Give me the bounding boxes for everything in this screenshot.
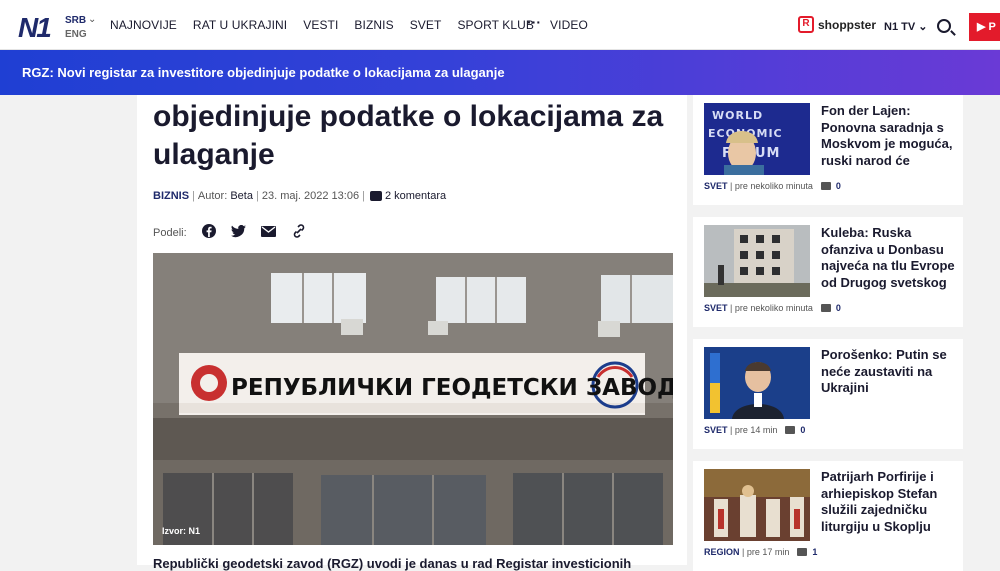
sign-text: РЕПУБЛИЧКИ ГЕОДЕТСКИ ЗАВОД xyxy=(231,375,673,401)
shoppster-link[interactable]: R shoppster xyxy=(798,16,876,33)
news-meta: SVET | pre nekoliko minuta 0 xyxy=(704,303,841,313)
nav-item-biznis[interactable]: BIZNIS xyxy=(354,18,393,32)
nav-item-vesti[interactable]: VESTI xyxy=(303,18,338,32)
share-label: Podeli: xyxy=(153,226,187,239)
article-category[interactable]: BIZNIS xyxy=(153,190,189,202)
comments-count[interactable]: 2 komentara xyxy=(385,190,446,202)
news-title[interactable]: Kuleba: Ruska ofanziva u Donbasu najveća… xyxy=(821,225,959,291)
comment-icon[interactable] xyxy=(785,426,796,434)
thumb-wef-text: WORLD xyxy=(712,109,763,122)
news-time: pre nekoliko minuta xyxy=(734,303,813,313)
news-comments-count[interactable]: 0 xyxy=(836,181,841,191)
sidebar-news-card[interactable]: Porošenko: Putin se neće zaustaviti na U… xyxy=(693,339,963,449)
sidebar-news-card[interactable]: Kuleba: Ruska ofanziva u Donbasu najveća… xyxy=(693,217,963,327)
news-thumbnail[interactable] xyxy=(704,225,810,297)
news-thumbnail[interactable] xyxy=(704,347,810,419)
breaking-news-text[interactable]: RGZ: Novi registar za investitore objedi… xyxy=(22,65,505,80)
news-time: pre nekoliko minuta xyxy=(734,181,813,191)
article-date: 23. maj. 2022 13:06 xyxy=(261,190,360,202)
more-menu-icon[interactable]: ··· xyxy=(527,14,541,30)
copy-link-icon[interactable] xyxy=(291,224,307,241)
news-meta: SVET | pre nekoliko minuta 0 xyxy=(704,181,841,191)
news-category[interactable]: SVET xyxy=(704,181,728,191)
top-navigation-bar: N1 SRB ENG ⌄ NAJNOVIJE RAT U UKRAJINI VE… xyxy=(0,0,1000,50)
nav-item-najnovije[interactable]: NAJNOVIJE xyxy=(110,18,177,32)
n1tv-label: N1 TV xyxy=(884,21,916,33)
lang-srb[interactable]: SRB xyxy=(65,14,87,28)
meta-separator: | xyxy=(192,190,195,202)
comment-icon[interactable] xyxy=(369,191,382,201)
share-bar: Podeli: xyxy=(153,224,307,241)
article-headline: objedinjuje podatke o lokacijama za ulag… xyxy=(153,100,664,171)
meta-separator: | xyxy=(362,190,365,202)
chevron-down-icon[interactable]: ⌄ xyxy=(88,14,96,25)
breaking-news-bar[interactable]: RGZ: Novi registar za investitore objedi… xyxy=(0,50,1000,95)
shoppster-label: shoppster xyxy=(818,17,877,32)
live-play-label: P xyxy=(988,21,996,33)
news-meta: SVET | pre 14 min 0 xyxy=(704,425,806,435)
news-thumbnail[interactable] xyxy=(704,469,810,541)
nav-item-rat-u-ukrajini[interactable]: RAT U UKRAJINI xyxy=(193,18,287,32)
n1-logo[interactable]: N1 xyxy=(18,12,52,44)
article-lede: Republički geodetski zavod (RGZ) uvodi j… xyxy=(153,556,632,571)
nav-item-video[interactable]: VIDEO xyxy=(550,18,588,32)
sidebar-news-card[interactable]: WORLD ECONOMIC FORUM Fon der Lajen: Pono… xyxy=(693,95,963,205)
live-play-button[interactable]: ▶ P xyxy=(969,13,1000,41)
photo-caption: Izvor: N1 xyxy=(162,526,201,536)
sidebar-news-card[interactable]: Patrijarh Porfirije i arhiepiskop Stefan… xyxy=(693,461,963,571)
news-thumbnail[interactable]: WORLD ECONOMIC FORUM xyxy=(704,103,810,175)
meta-separator: | xyxy=(255,190,259,202)
lang-eng[interactable]: ENG xyxy=(65,28,87,42)
news-meta: REGION | pre 17 min 1 xyxy=(704,547,818,557)
news-title[interactable]: Fon der Lajen: Ponovna saradnja s Moskvo… xyxy=(821,103,959,169)
language-switcher[interactable]: SRB ENG xyxy=(65,14,87,42)
nav-item-svet[interactable]: SVET xyxy=(410,18,442,32)
twitter-icon[interactable] xyxy=(231,224,247,241)
article-author[interactable]: Beta xyxy=(230,190,253,202)
comment-icon[interactable] xyxy=(797,548,808,556)
news-comments-count[interactable]: 0 xyxy=(800,425,805,435)
news-title[interactable]: Patrijarh Porfirije i arhiepiskop Stefan… xyxy=(821,469,959,535)
news-time: pre 17 min xyxy=(746,547,790,557)
nav-item-sport-klub[interactable]: SPORT KLUB xyxy=(457,18,534,32)
news-comments-count[interactable]: 0 xyxy=(836,303,841,313)
news-category[interactable]: REGION xyxy=(704,547,740,557)
article-photo[interactable]: РЕПУБЛИЧКИ ГЕОДЕТСКИ ЗАВОД xyxy=(153,253,673,545)
news-category[interactable]: SVET xyxy=(704,425,728,435)
search-icon[interactable] xyxy=(937,19,951,33)
article-meta: BIZNIS | Autor: Beta | 23. maj. 2022 13:… xyxy=(153,190,446,202)
news-time: pre 14 min xyxy=(734,425,778,435)
n1tv-dropdown[interactable]: N1 TV ⌄ xyxy=(884,20,927,33)
facebook-icon[interactable] xyxy=(201,224,217,241)
chevron-down-icon: ⌄ xyxy=(918,21,928,33)
news-title[interactable]: Porošenko: Putin se neće zaustaviti na U… xyxy=(821,347,959,397)
shopping-bag-icon: R xyxy=(798,16,814,33)
author-label: Autor: xyxy=(197,190,228,202)
news-category[interactable]: SVET xyxy=(704,303,728,313)
comment-icon[interactable] xyxy=(820,304,831,312)
email-icon[interactable] xyxy=(261,225,277,240)
news-comments-count[interactable]: 1 xyxy=(812,547,817,557)
comment-icon[interactable] xyxy=(820,182,831,190)
